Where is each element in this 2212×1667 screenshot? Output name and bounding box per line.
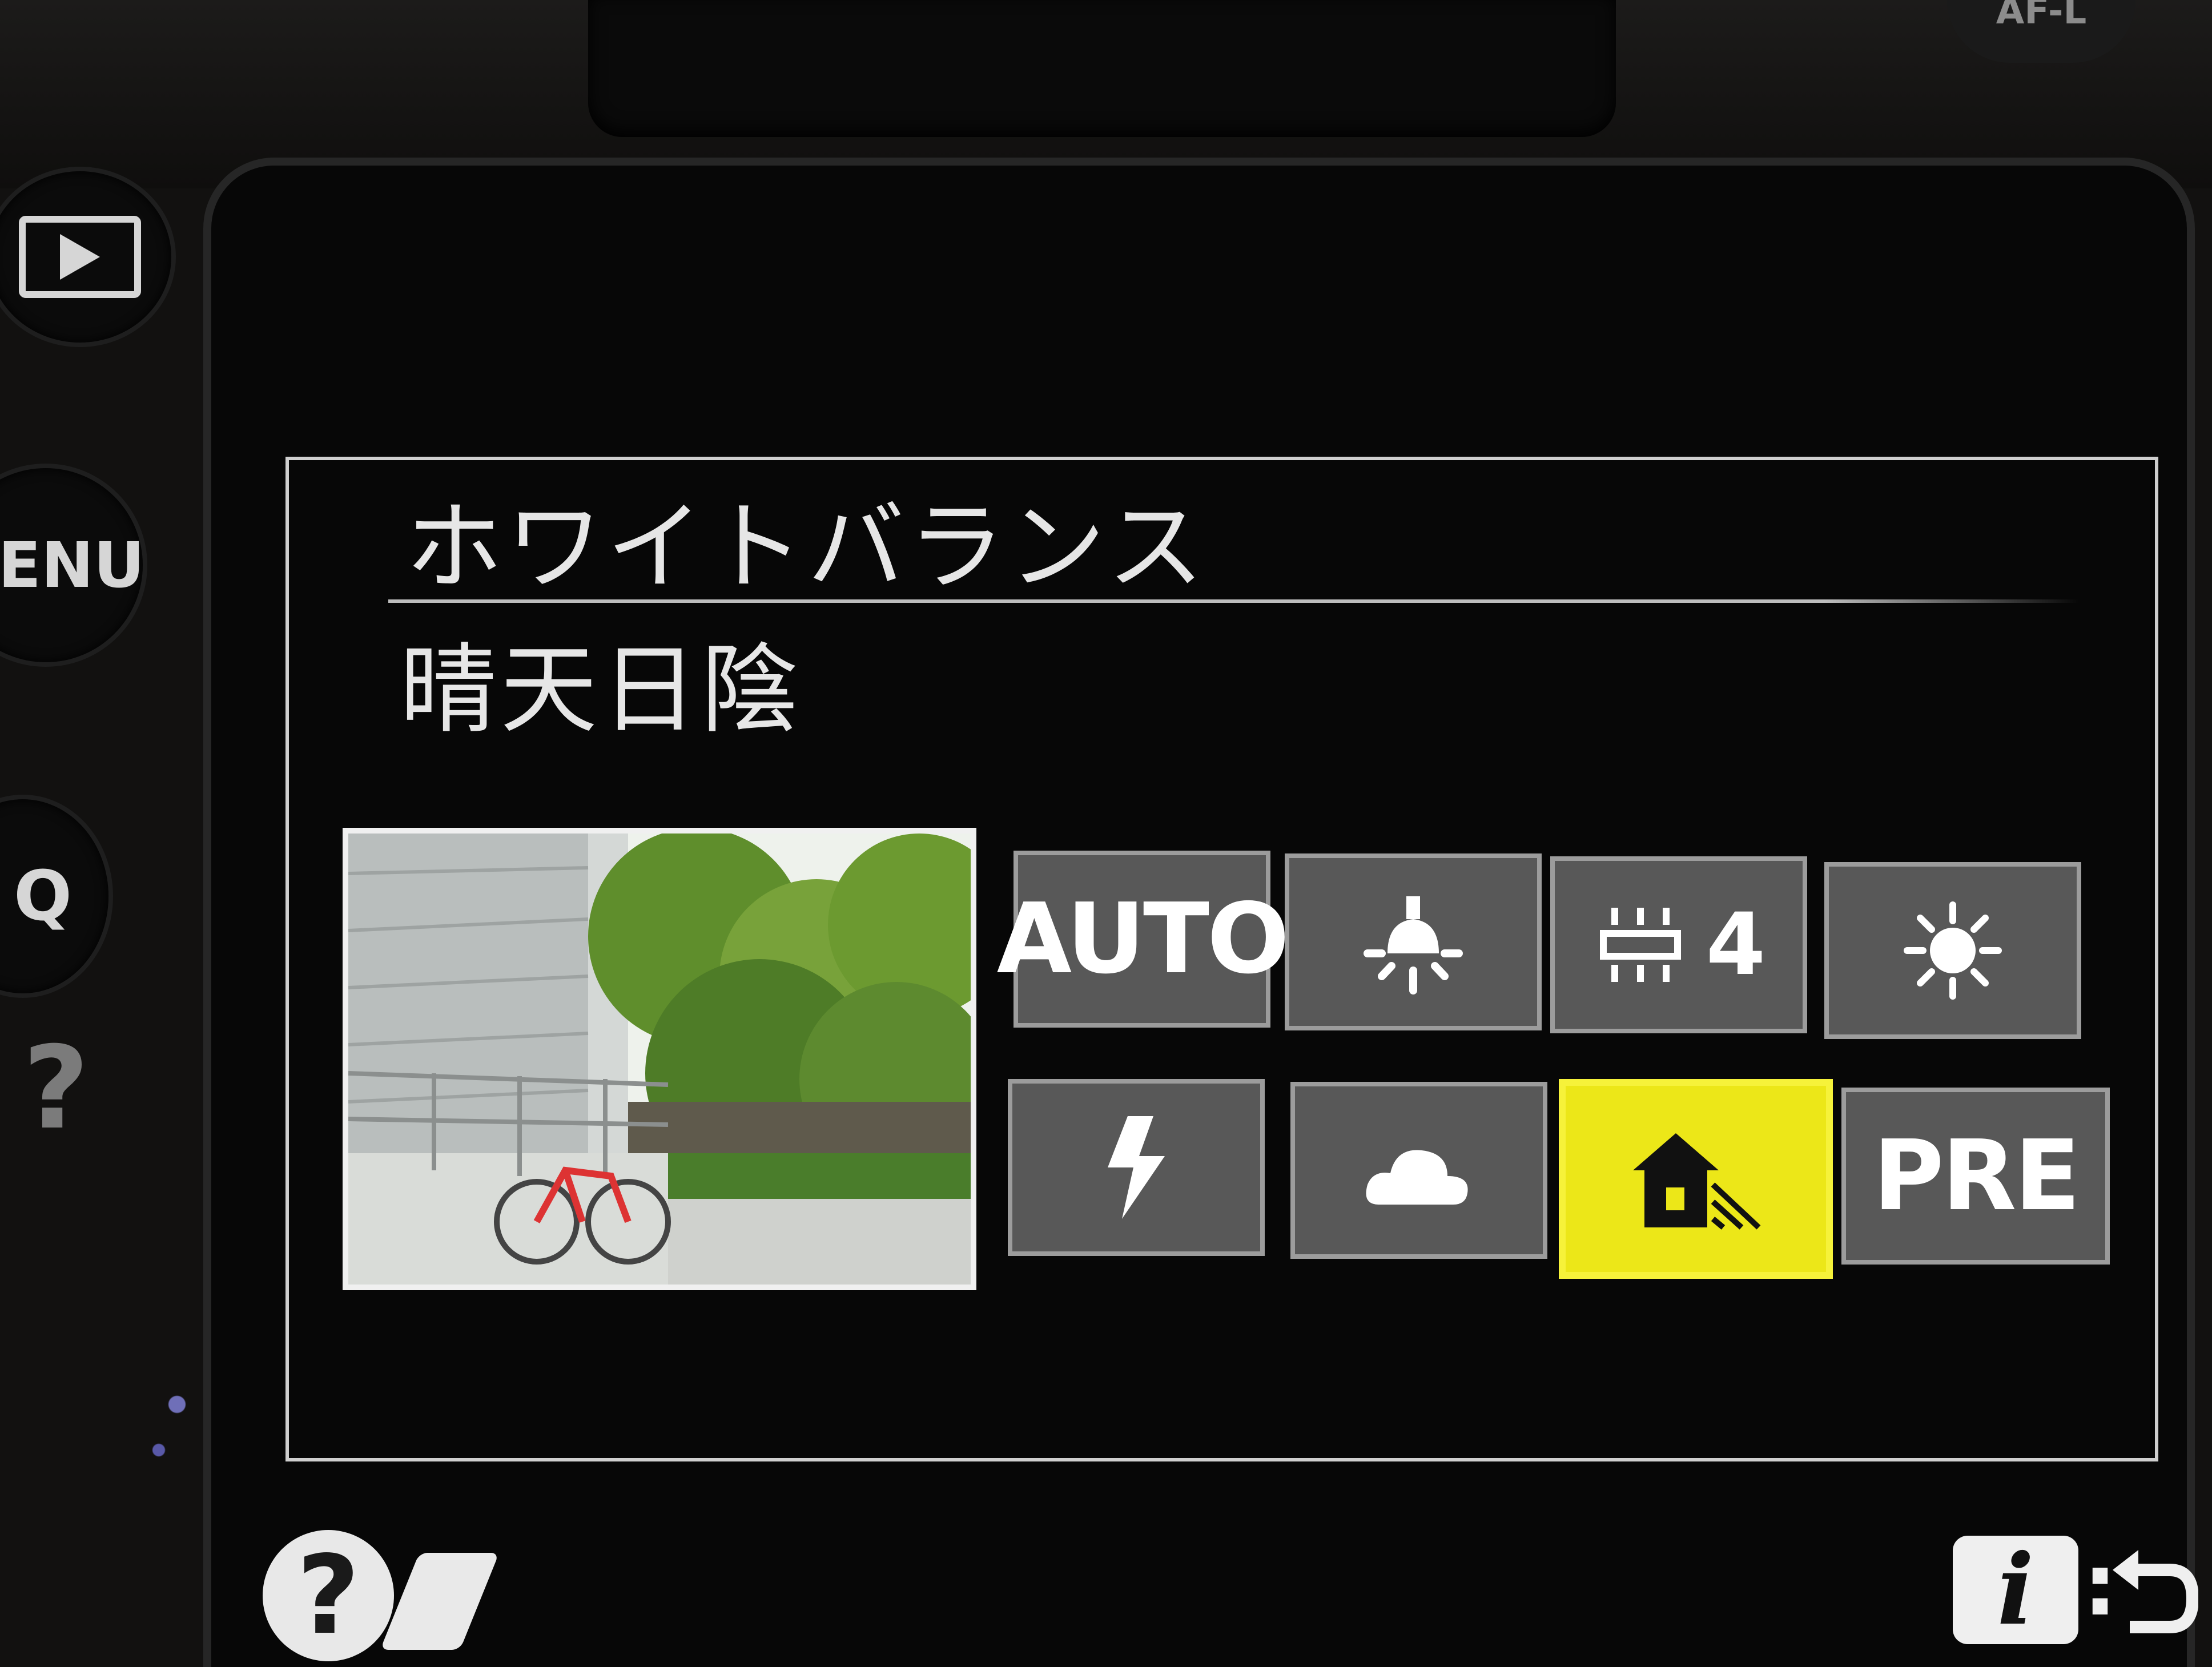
menu-title: ホワイトバランス [405, 491, 1208, 604]
wb-flash-button[interactable] [1008, 1079, 1265, 1256]
wb-shade-button[interactable] [1559, 1079, 1833, 1279]
wb-auto-button[interactable]: AUTO [997, 851, 1289, 1028]
menu-button[interactable]: ENU [0, 468, 145, 662]
wb-auto-label: AUTO [996, 883, 1290, 996]
help-icon: ? [263, 1530, 394, 1661]
screen-reflection [131, 1359, 223, 1473]
flash-icon [1108, 1116, 1165, 1219]
fluorescent-type-label: 4 [1706, 895, 1766, 994]
title-divider [388, 599, 2078, 603]
selected-setting-name: 晴天日陰 [400, 634, 802, 747]
wb-incandescent-button[interactable] [1285, 853, 1542, 1030]
menu-button-label: ENU [0, 529, 145, 602]
wb-preset-button[interactable]: PRE [1841, 1088, 2110, 1265]
cloud-icon [1366, 1150, 1468, 1205]
info-icon: i [1953, 1536, 2078, 1644]
return-icon [2107, 1541, 2199, 1646]
wb-daylight-button[interactable] [1824, 862, 2081, 1039]
fluorescent-lamp-icon [1599, 908, 1681, 982]
sun-icon [1904, 901, 2002, 1000]
zoom-button-label: Q [13, 856, 72, 936]
playback-icon [19, 216, 141, 298]
shade-house-icon [1633, 1133, 1761, 1230]
viewfinder-eyecup [588, 0, 1616, 137]
wb-fluorescent-button[interactable]: 4 [1550, 856, 1807, 1033]
incandescent-bulb-icon [1364, 896, 1463, 994]
wb-cloudy-button[interactable] [1290, 1082, 1547, 1259]
wb-preset-label: PRE [1873, 1120, 2081, 1233]
playback-button[interactable] [0, 171, 171, 343]
side-help-label: ? [23, 1022, 90, 1155]
zoom-button[interactable]: Q [0, 799, 108, 993]
preview-image [343, 828, 976, 1290]
